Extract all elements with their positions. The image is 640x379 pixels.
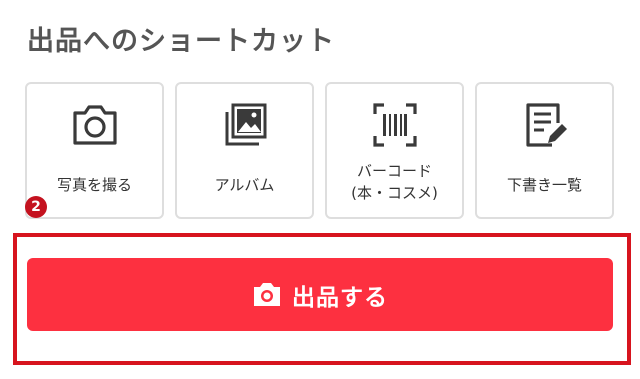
section-title: 出品へのショートカット: [27, 26, 335, 57]
photo-album-icon: [219, 99, 271, 151]
shortcut-label: アルバム: [214, 176, 275, 194]
shortcut-label-line2: (本・コスメ): [351, 184, 438, 202]
shortcut-label-line1: バーコード: [356, 162, 432, 180]
barcode-scan-icon: [369, 99, 421, 151]
shortcut-take-photo[interactable]: 写真を撮る: [25, 82, 164, 219]
camera-icon: [69, 99, 121, 151]
step-number-badge: 2: [25, 196, 47, 218]
shortcut-label: 下書き一覧: [506, 176, 582, 194]
shortcut-label: 写真を撮る: [56, 176, 132, 194]
shortcut-album[interactable]: アルバム: [175, 82, 314, 219]
list-item-button-label: 出品する: [292, 284, 388, 311]
shortcut-label: バーコード (本・コスメ): [327, 160, 462, 204]
draft-document-icon: [519, 99, 571, 151]
list-item-button[interactable]: 出品する: [27, 258, 613, 331]
listing-shortcuts-panel: 出品へのショートカット 写真を撮る アルバム バーコード (本・コスメ) 下書き…: [0, 0, 640, 379]
camera-icon: [252, 281, 282, 308]
shortcut-barcode[interactable]: バーコード (本・コスメ): [325, 82, 464, 219]
shortcut-drafts[interactable]: 下書き一覧: [475, 82, 614, 219]
